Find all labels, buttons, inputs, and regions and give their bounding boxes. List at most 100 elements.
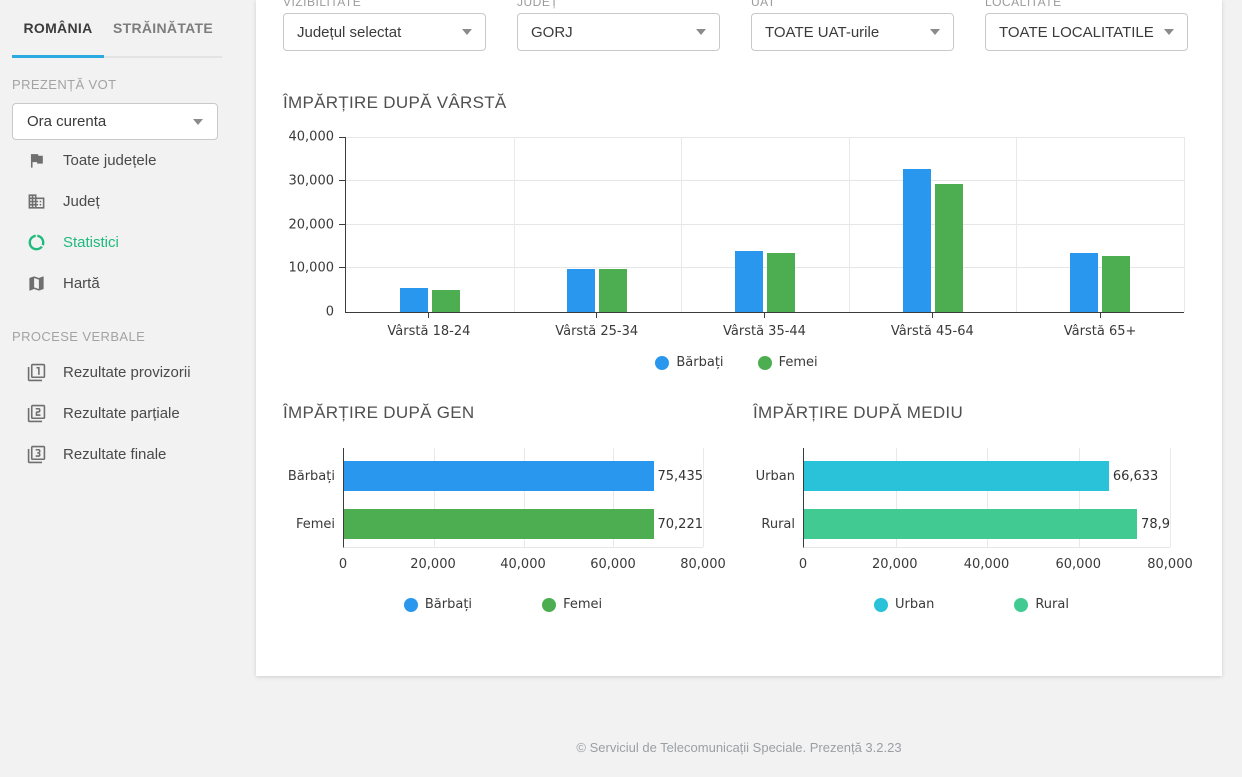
vizibilitate-select[interactable]: Județul selectat: [283, 13, 486, 51]
chevron-down-icon: [930, 29, 940, 35]
filter-label: LOCALITATE: [985, 0, 1188, 9]
x-axis-category: Vârstă 25-34: [513, 313, 681, 339]
filter-uat: UAT TOATE UAT-urile: [751, 0, 954, 51]
select-value: TOATE LOCALITATILE: [999, 24, 1154, 41]
legend-item-barbati[interactable]: Bărbați: [404, 597, 472, 612]
legend-item-urban[interactable]: Urban: [874, 597, 934, 612]
category-label: Femei: [296, 517, 335, 532]
bar-femei: [767, 253, 795, 312]
bar-row: Bărbați 75,435: [344, 461, 703, 491]
bar-rural: [804, 509, 1137, 539]
y-axis-tick-label: 10,000: [289, 261, 335, 276]
sidebar-item-rezultate-finale[interactable]: Rezultate finale: [0, 434, 230, 475]
x-axis-tick-label: 20,000: [410, 557, 456, 572]
sidebar-item-rezultate-partiale[interactable]: Rezultate parțiale: [0, 393, 230, 434]
footer-copyright: © Serviciul de Telecomunicații Speciale.…: [256, 740, 1222, 755]
bar-barbati: [400, 288, 428, 312]
sidebar-item-judet[interactable]: Județ: [0, 181, 230, 222]
bar-femei: [344, 509, 654, 539]
legend-label: Urban: [895, 597, 934, 612]
mediu-chart-legend: Urban Rural: [753, 597, 1190, 612]
bar-value-label: 78,9: [1141, 517, 1170, 532]
legend-dot: [1014, 598, 1028, 612]
uat-select[interactable]: TOATE UAT-urile: [751, 13, 954, 51]
statistics-card: VIZIBILITATE Județul selectat JUDEȚ GORJ…: [256, 0, 1222, 676]
age-chart-title: ÎMPĂRȚIRE DUPĂ VÂRSTĂ: [283, 93, 1190, 113]
chevron-down-icon: [1164, 29, 1174, 35]
age-chart-plot: 0 10,000 20,000 30,000 40,000: [345, 137, 1184, 313]
bar-row: Urban 66,633: [804, 461, 1170, 491]
sidebar-item-label: Hartă: [63, 275, 100, 292]
legend-item-barbati[interactable]: Bărbați: [655, 355, 723, 370]
x-axis-tick-label: 0: [339, 557, 347, 572]
y-axis-tick-label: 0: [326, 305, 334, 320]
gridline: [703, 448, 704, 547]
sidebar-item-harta[interactable]: Hartă: [0, 263, 230, 304]
legend-item-femei[interactable]: Femei: [758, 355, 818, 370]
age-category-group: [346, 137, 514, 312]
chevron-down-icon: [193, 119, 203, 125]
filter-judet: JUDEȚ GORJ: [517, 0, 720, 51]
tab-strainatate[interactable]: STRĂINĂTATE: [104, 0, 222, 56]
bar-femei: [432, 290, 460, 312]
sidebar: ROMÂNIA STRĂINĂTATE PREZENȚĂ VOT Ora cur…: [0, 0, 230, 777]
bar-barbati: [903, 169, 931, 312]
bar-value-label: 75,435: [658, 469, 704, 484]
bar-barbati: [735, 251, 763, 312]
gridline: [1170, 448, 1171, 547]
bar-value-label: 66,633: [1113, 469, 1159, 484]
sidebar-item-label: Rezultate finale: [63, 446, 166, 463]
age-category-group: [681, 137, 849, 312]
bar-barbati: [567, 269, 595, 312]
legend-item-rural[interactable]: Rural: [1014, 597, 1069, 612]
axis-tick: [1100, 313, 1101, 318]
bar-row: Rural 78,9: [804, 509, 1170, 539]
axis-tick: [596, 313, 597, 318]
sidebar-item-label: Statistici: [63, 234, 119, 251]
category-label: Bărbați: [288, 469, 335, 484]
legend-dot: [655, 356, 669, 370]
filter-label: JUDEȚ: [517, 0, 720, 9]
x-axis-tick-label: 0: [799, 557, 807, 572]
legend-label: Femei: [779, 355, 818, 370]
document-3-icon: [27, 445, 46, 464]
axis-tick: [932, 313, 933, 318]
x-axis-category: Vârstă 18-24: [345, 313, 513, 339]
document-2-icon: [27, 404, 46, 423]
flag-icon: [27, 151, 46, 170]
filter-label: VIZIBILITATE: [283, 0, 486, 9]
sidebar-item-toate-judetele[interactable]: Toate județele: [0, 140, 230, 181]
bar-row: Femei 70,221: [344, 509, 703, 539]
time-select-value: Ora curenta: [27, 113, 106, 130]
bar-femei: [935, 184, 963, 312]
filter-label: UAT: [751, 0, 954, 9]
x-axis-tick-label: 60,000: [1056, 557, 1102, 572]
x-axis-category: Vârstă 65+: [1016, 313, 1184, 339]
time-select[interactable]: Ora curenta: [12, 103, 218, 140]
localitate-select[interactable]: TOATE LOCALITATILE: [985, 13, 1188, 51]
judet-select[interactable]: GORJ: [517, 13, 720, 51]
x-axis-tick-label: 40,000: [500, 557, 546, 572]
legend-label: Rural: [1035, 597, 1069, 612]
bar-barbati: [344, 461, 654, 491]
tab-romania[interactable]: ROMÂNIA: [12, 0, 104, 58]
age-x-axis-labels: Vârstă 18-24 Vârstă 25-34 Vârstă 35-44 V…: [345, 313, 1184, 339]
bottom-charts-row: ÎMPĂRȚIRE DUPĂ GEN Bărbați 75,435 Femei: [283, 403, 1190, 612]
axis-tick: [339, 180, 346, 181]
sidebar-item-rezultate-provizorii[interactable]: Rezultate provizorii: [0, 352, 230, 393]
x-axis-category: Vârstă 45-64: [848, 313, 1016, 339]
category-label: Urban: [756, 469, 795, 484]
bar-barbati: [1070, 253, 1098, 313]
legend-dot: [404, 598, 418, 612]
y-axis-tick-label: 30,000: [289, 173, 335, 188]
axis-tick: [339, 267, 346, 268]
filter-vizibilitate: VIZIBILITATE Județul selectat: [283, 0, 486, 51]
verbale-section-label: PROCESE VERBALE: [12, 329, 218, 344]
category-label: Rural: [761, 517, 795, 532]
x-axis-tick-label: 60,000: [590, 557, 636, 572]
bar-femei: [1102, 256, 1130, 312]
document-1-icon: [27, 363, 46, 382]
legend-item-femei[interactable]: Femei: [542, 597, 602, 612]
sidebar-item-statistici[interactable]: Statistici: [0, 222, 230, 263]
y-axis-tick-label: 20,000: [289, 217, 335, 232]
